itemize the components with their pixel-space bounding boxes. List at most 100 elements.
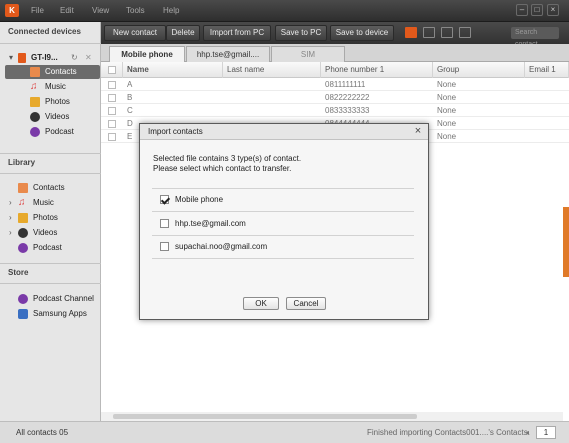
option-label: supachai.noo@gmail.com [175, 242, 268, 251]
row-checkbox[interactable] [108, 81, 116, 89]
device-item-label: Photos [45, 97, 70, 106]
row-checkbox[interactable] [108, 94, 116, 102]
chevron-right-icon[interactable]: › [9, 211, 12, 225]
contacts-icon [18, 183, 28, 193]
chevron-right-icon[interactable]: › [9, 226, 12, 240]
photos-icon [30, 97, 40, 107]
import-contacts-dialog: Import contacts × Selected file contains… [139, 123, 429, 320]
menu-file[interactable]: File [31, 6, 44, 15]
chevron-right-icon[interactable]: › [9, 196, 12, 210]
row-checkbox[interactable] [108, 107, 116, 115]
column-email-1[interactable]: Email 1 [525, 62, 569, 78]
option-gmail-hhp[interactable]: hhp.tse@gmail.com [160, 218, 400, 230]
grid-header: Name Last name Phone number 1 Group Emai… [101, 62, 569, 78]
table-row[interactable]: C 0833333333 None [101, 105, 569, 117]
column-group[interactable]: Group [433, 62, 525, 78]
option-mobile-phone[interactable]: Mobile phone [160, 194, 400, 206]
photos-icon [18, 213, 28, 223]
app-logo: K [5, 4, 19, 17]
chevron-down-icon[interactable]: ▾ [9, 51, 13, 65]
horizontal-scrollbar[interactable] [101, 412, 563, 421]
videos-icon [30, 112, 40, 122]
option-label: hhp.tse@gmail.com [175, 219, 246, 228]
library-item-videos[interactable]: Videos [18, 226, 98, 240]
page-number[interactable]: 1 [536, 426, 556, 439]
music-icon: ♫ [30, 81, 38, 92]
status-bar: All contacts 05 Finished importing Conta… [0, 421, 569, 443]
store-header: Store [8, 268, 29, 277]
delete-button[interactable]: Delete [166, 25, 200, 41]
title-bar: K File Edit View Tools Help – □ × [0, 0, 569, 22]
phone-icon [18, 53, 26, 63]
device-item-podcast[interactable]: Podcast [30, 125, 100, 139]
detail-view-icon[interactable] [441, 27, 453, 38]
minimize-icon[interactable]: – [516, 4, 528, 16]
library-item-podcast[interactable]: Podcast [18, 241, 98, 255]
dialog-title-bar: Import contacts × [140, 124, 428, 140]
menu-edit[interactable]: Edit [60, 6, 74, 15]
chevron-left-icon[interactable]: ◂ [525, 428, 529, 437]
sync-icon[interactable]: ↻ [71, 51, 78, 65]
store-item-podcast-channel[interactable]: Podcast Channel [18, 292, 100, 306]
store-item-label: Samsung Apps [33, 309, 87, 318]
podcast-icon [30, 127, 40, 137]
close-icon[interactable]: × [547, 4, 559, 16]
scroll-thumb[interactable] [113, 414, 417, 419]
cell-last-name [223, 79, 321, 91]
list-view-icon[interactable] [405, 27, 417, 38]
library-item-label: Music [33, 198, 54, 207]
device-item-music[interactable]: ♫ Music [30, 80, 100, 94]
group-view-icon[interactable] [459, 27, 471, 38]
device-item-contacts[interactable]: Contacts [30, 65, 100, 79]
cell-name: B [127, 93, 133, 102]
side-panel-handle[interactable] [563, 207, 569, 277]
library-item-music[interactable]: ♫ Music [18, 196, 98, 210]
menu-help[interactable]: Help [163, 6, 179, 15]
device-row[interactable]: ▾ GT-I9... ↻ ✕ [9, 51, 99, 65]
column-last-name[interactable]: Last name [223, 62, 321, 78]
divider [0, 283, 101, 284]
column-phone-1[interactable]: Phone number 1 [321, 62, 433, 78]
cell-last-name [223, 92, 321, 104]
eject-icon[interactable]: ✕ [85, 51, 92, 65]
cell-group: None [437, 80, 457, 89]
tab-gmail-account[interactable]: hhp.tse@gmail.... [186, 46, 270, 62]
ok-button[interactable]: OK [243, 297, 279, 310]
device-item-photos[interactable]: Photos [30, 95, 100, 109]
store-item-samsung-apps[interactable]: Samsung Apps [18, 307, 100, 321]
library-item-contacts[interactable]: Contacts [18, 181, 98, 195]
device-item-label: Videos [45, 112, 70, 121]
videos-icon [18, 228, 28, 238]
menu-tools[interactable]: Tools [126, 6, 145, 15]
close-icon[interactable]: × [412, 126, 424, 138]
option-checkbox[interactable] [160, 195, 169, 204]
tab-mobile-phone[interactable]: Mobile phone [109, 46, 185, 62]
menu-view[interactable]: View [92, 6, 109, 15]
save-to-device-button[interactable]: Save to device [330, 25, 394, 41]
row-checkbox[interactable] [108, 120, 116, 128]
device-item-videos[interactable]: Videos [30, 110, 100, 124]
podcast-icon [18, 243, 28, 253]
save-to-pc-button[interactable]: Save to PC [275, 25, 327, 41]
import-from-pc-button[interactable]: Import from PC [203, 25, 271, 41]
cancel-button[interactable]: Cancel [286, 297, 326, 310]
option-checkbox[interactable] [160, 242, 169, 251]
device-item-label: Contacts [45, 67, 77, 76]
maximize-icon[interactable]: □ [531, 4, 543, 16]
cell-phone: 0833333333 [325, 106, 370, 115]
table-row[interactable]: B 0822222222 None [101, 92, 569, 104]
tab-sim[interactable]: SIM [271, 46, 345, 62]
column-name[interactable]: Name [123, 62, 223, 78]
table-row[interactable]: A 0811111111 None [101, 79, 569, 91]
search-input[interactable]: Search contact [511, 27, 559, 48]
cell-group: None [437, 93, 457, 102]
divider [152, 211, 414, 212]
option-gmail-supachai[interactable]: supachai.noo@gmail.com [160, 241, 400, 253]
new-contact-button[interactable]: New contact [104, 25, 166, 41]
card-view-icon[interactable] [423, 27, 435, 38]
library-item-label: Contacts [33, 183, 65, 192]
select-all-checkbox[interactable] [108, 66, 116, 74]
option-checkbox[interactable] [160, 219, 169, 228]
library-item-photos[interactable]: Photos [18, 211, 98, 225]
row-checkbox[interactable] [108, 133, 116, 141]
